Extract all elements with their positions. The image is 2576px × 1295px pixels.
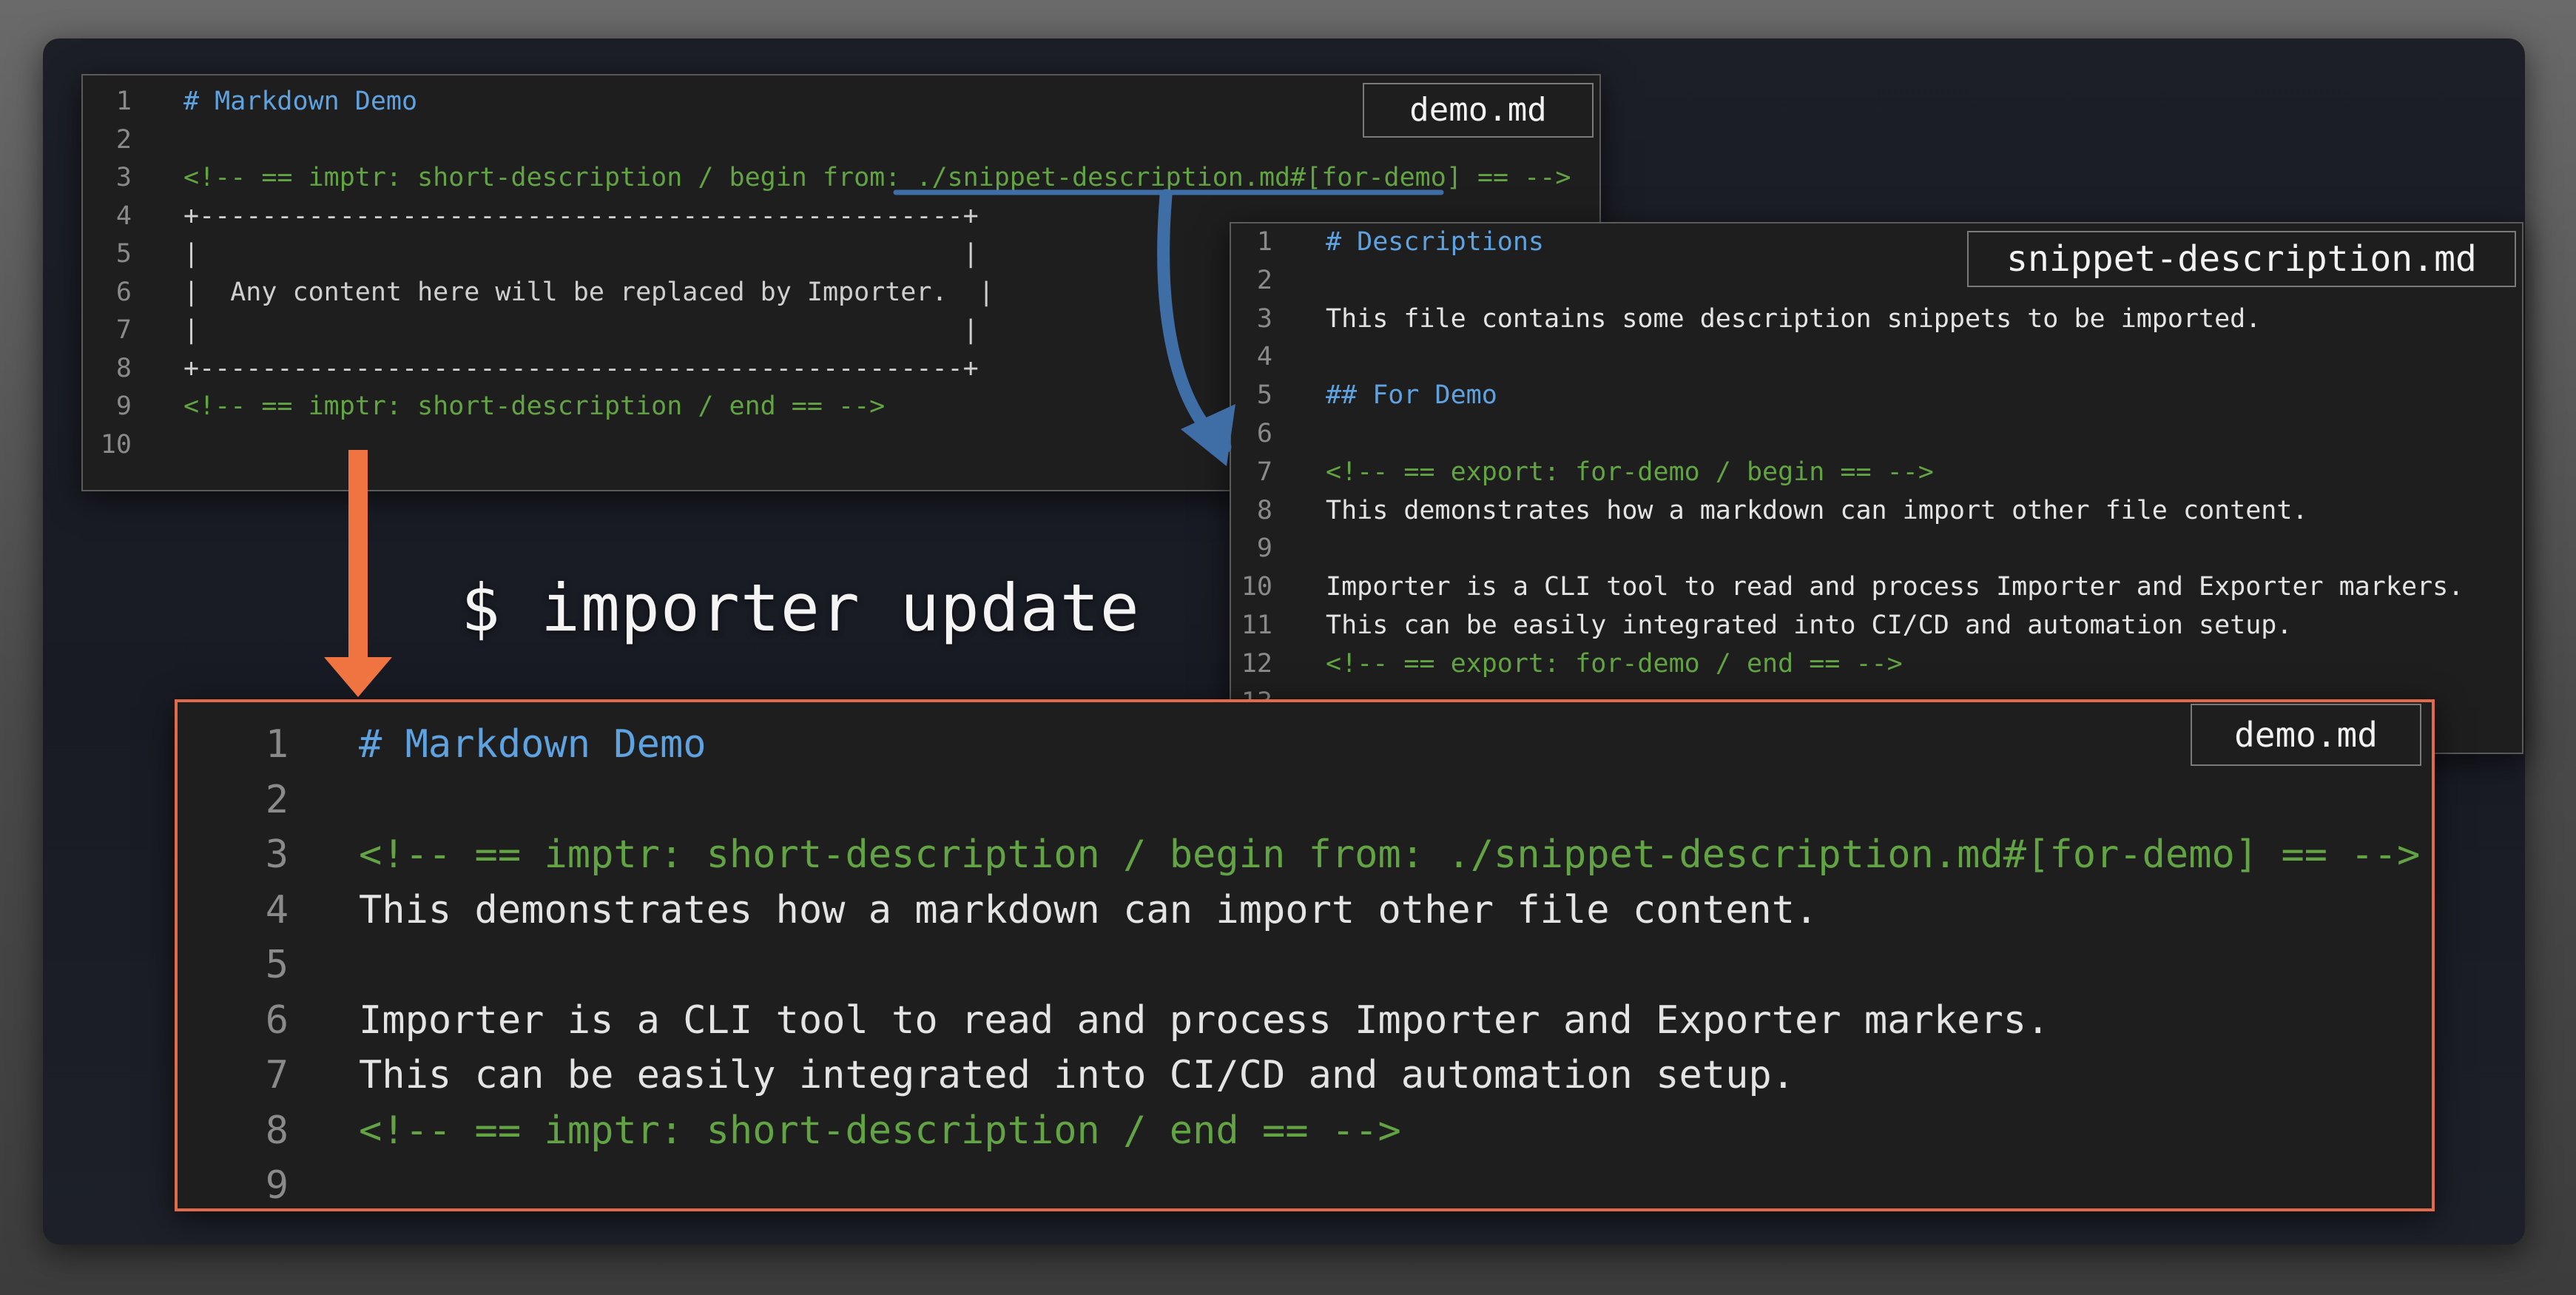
update-arrow-head — [324, 657, 392, 697]
diagram-canvas: demo.md 1 # Markdown Demo 2 3 <!-- == imptr:… — [43, 38, 2525, 1245]
import-reference-arrowhead — [1181, 404, 1235, 466]
import-reference-arrow — [1157, 189, 1232, 454]
update-arrow-shaft — [348, 450, 368, 659]
arrows-layer — [324, 189, 1444, 697]
